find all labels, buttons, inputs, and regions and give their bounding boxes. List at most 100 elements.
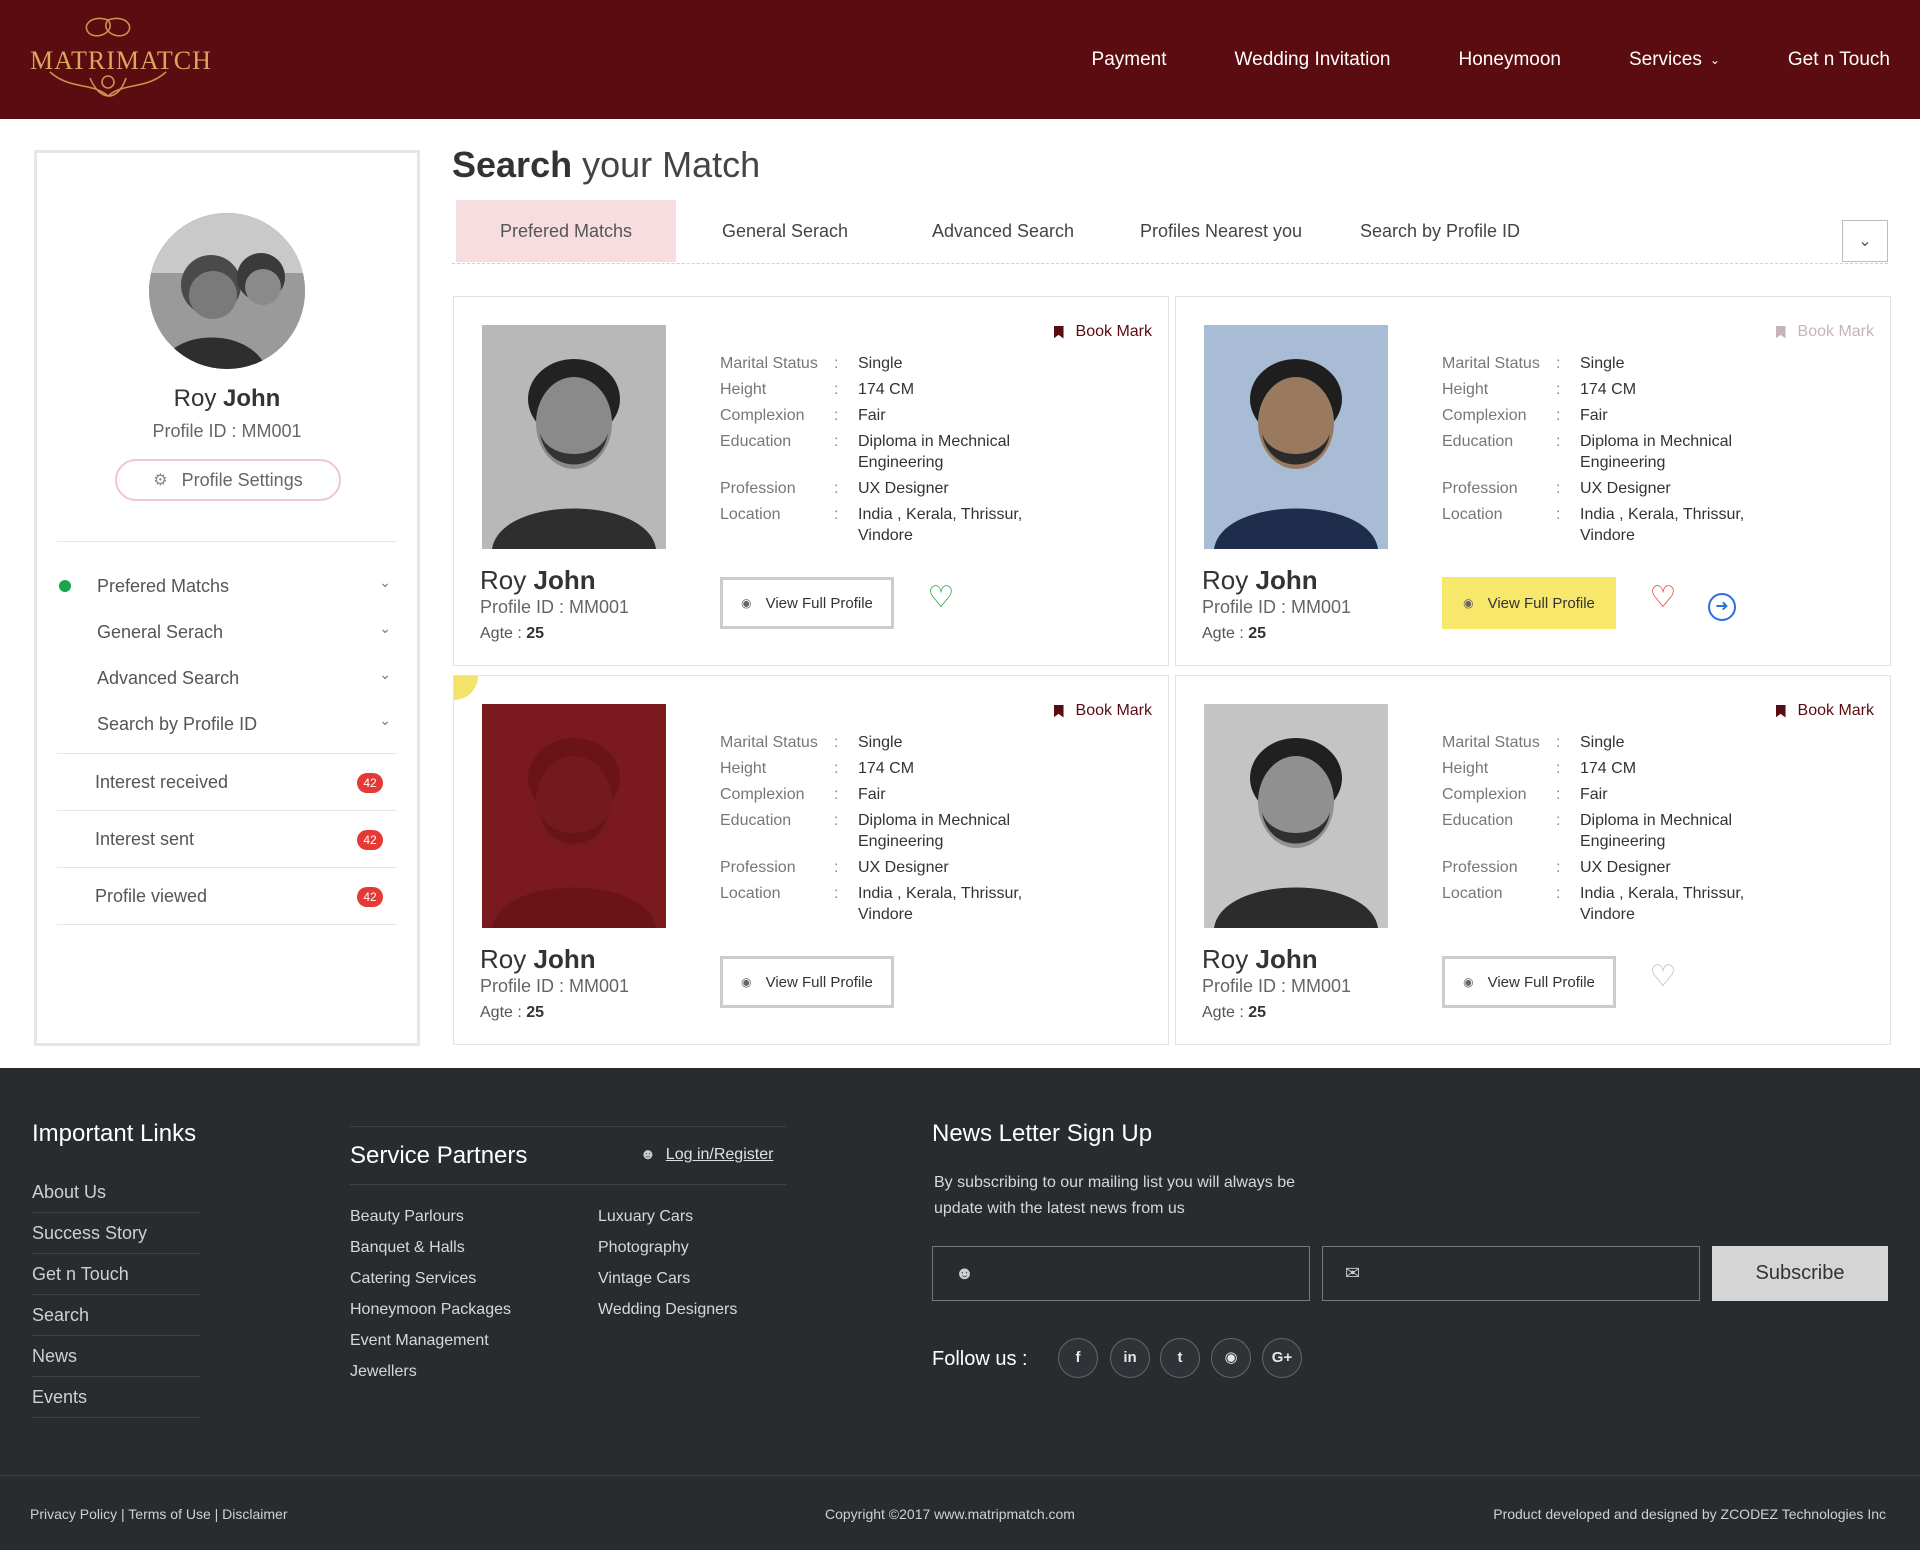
newsletter-title: News Letter Sign Up <box>932 1120 1153 1147</box>
subscribe-button[interactable]: Subscribe <box>1712 1246 1888 1301</box>
newsletter-name-input[interactable]: ☻ <box>932 1246 1310 1301</box>
sidebar-item-interest-received[interactable]: Interest received 42 <box>57 754 397 811</box>
arrow-right-circle-icon[interactable]: ➜ <box>1708 593 1736 621</box>
view-full-profile-button[interactable]: ◉ View Full Profile <box>1442 956 1616 1008</box>
detail-value: UX Designer <box>858 859 949 876</box>
logo-text: MATRIMATCH <box>30 46 212 75</box>
view-full-profile-button[interactable]: ◉ View Full Profile <box>720 956 894 1008</box>
tab-prefered-matchs[interactable]: Prefered Matchs <box>456 200 676 262</box>
footer-link-about-us[interactable]: About Us <box>32 1172 200 1213</box>
age-value: 25 <box>1248 625 1267 642</box>
nav-payment[interactable]: Payment <box>1092 49 1167 71</box>
detail-key: Marital Status <box>720 734 818 751</box>
policy-links[interactable]: Privacy Policy | Terms of Use | Disclaim… <box>30 1506 288 1522</box>
view-full-profile-label: View Full Profile <box>1487 594 1595 612</box>
count-badge: 42 <box>357 887 383 907</box>
main-nav: Payment Wedding Invitation Honeymoon Ser… <box>1024 0 1890 119</box>
sidebar-item-label: Profile viewed <box>95 886 208 906</box>
footer-link-news[interactable]: News <box>32 1336 200 1377</box>
profile-photo[interactable] <box>1204 704 1388 928</box>
tab-profiles-nearest-you[interactable]: Profiles Nearest you <box>1112 200 1330 262</box>
twitter-icon[interactable]: t <box>1160 1338 1200 1378</box>
profile-photo[interactable] <box>482 325 666 549</box>
partner-link[interactable]: Event Management <box>350 1328 511 1359</box>
nav-wedding-invitation[interactable]: Wedding Invitation <box>1235 49 1391 71</box>
chevron-down-icon: ⌄ <box>379 712 391 728</box>
footer-link-search[interactable]: Search <box>32 1295 200 1336</box>
matrimatch-logo[interactable]: MATRIMATCH <box>30 12 212 104</box>
partner-link[interactable]: Jewellers <box>350 1359 511 1390</box>
detail-value: Single <box>1580 355 1625 372</box>
sidebar-item-advanced-search[interactable]: Advanced Search ⌄ <box>57 655 397 701</box>
detail-row-location: Location: India , Kerala, Thrissur, Vindo… <box>1442 883 1862 925</box>
profile-photo[interactable] <box>1204 325 1388 549</box>
linkedin-icon[interactable]: in <box>1110 1338 1150 1378</box>
gears-icon: ⚙ <box>153 472 168 489</box>
partner-link[interactable]: Honeymoon Packages <box>350 1297 511 1328</box>
profile-photo[interactable] <box>482 704 666 928</box>
view-full-profile-button[interactable]: ◉ View Full Profile <box>1442 577 1616 629</box>
partner-link[interactable]: Photography <box>598 1235 737 1266</box>
sidebar-item-general-serach[interactable]: General Serach ⌄ <box>57 609 397 655</box>
tabs-expand-button[interactable]: ⌄ <box>1842 220 1888 262</box>
tab-search-by-profile-id[interactable]: Search by Profile ID <box>1330 200 1550 262</box>
sidebar-item-search-by-profile-id[interactable]: Search by Profile ID ⌄ <box>57 701 397 747</box>
nav-honeymoon[interactable]: Honeymoon <box>1459 49 1561 71</box>
important-links-title: Important Links <box>32 1120 197 1147</box>
profile-settings-button[interactable]: ⚙ Profile Settings <box>115 459 341 501</box>
partner-link[interactable]: Vintage Cars <box>598 1266 737 1297</box>
highlight-corner <box>454 676 478 700</box>
detail-key: Education <box>720 812 792 829</box>
bookmark-button[interactable]: Book Mark <box>1775 702 1874 720</box>
nav-services[interactable]: Services ⌄ <box>1629 49 1720 71</box>
bookmark-button[interactable]: Book Mark <box>1053 702 1152 720</box>
partner-link[interactable]: Banquet & Halls <box>350 1235 511 1266</box>
bookmark-icon <box>1775 704 1786 718</box>
detail-row-profession: Profession: UX Designer <box>720 857 1140 878</box>
facebook-icon[interactable]: f <box>1058 1338 1098 1378</box>
footer-link-success-story[interactable]: Success Story <box>32 1213 200 1254</box>
bookmark-button[interactable]: Book Mark <box>1775 323 1874 341</box>
detail-row-marital: Marital Status: Single <box>1442 353 1862 374</box>
active-dot-icon <box>59 580 71 592</box>
heart-icon[interactable]: ♡ <box>924 581 958 615</box>
detail-colon: : <box>1556 355 1561 372</box>
view-full-profile-button[interactable]: ◉ View Full Profile <box>720 577 894 629</box>
detail-value: 174 CM <box>1580 381 1637 398</box>
footer-link-get-n-touch[interactable]: Get n Touch <box>32 1254 200 1295</box>
partner-link[interactable]: Wedding Designers <box>598 1297 737 1328</box>
nav-get-n-touch[interactable]: Get n Touch <box>1788 49 1890 71</box>
heart-icon[interactable]: ♡ <box>1646 581 1680 615</box>
bookmark-button[interactable]: Book Mark <box>1053 323 1152 341</box>
partner-link[interactable]: Luxuary Cars <box>598 1204 737 1235</box>
bookmark-label: Book Mark <box>1797 323 1874 340</box>
partner-link[interactable]: Beauty Parlours <box>350 1204 511 1235</box>
detail-value: India , Kerala, Thrissur, Vindore <box>858 885 1023 923</box>
partner-link[interactable]: Catering Services <box>350 1266 511 1297</box>
newsletter-email-input[interactable]: ✉ <box>1322 1246 1700 1301</box>
page-title: Search your Match <box>452 144 760 186</box>
heart-icon[interactable]: ♡ <box>1646 960 1680 994</box>
sidebar-item-interest-sent[interactable]: Interest sent 42 <box>57 811 397 868</box>
tab-advanced-search[interactable]: Advanced Search <box>894 200 1112 262</box>
sidebar-item-profile-viewed[interactable]: Profile viewed 42 <box>57 868 397 925</box>
instagram-icon[interactable]: ◉ <box>1211 1338 1251 1378</box>
detail-colon: : <box>1556 885 1561 902</box>
detail-key: Profession <box>1442 480 1518 497</box>
detail-colon: : <box>834 786 839 803</box>
detail-key: Profession <box>720 859 796 876</box>
profile-settings-label: Profile Settings <box>181 469 303 490</box>
card-age: Agte : 25 <box>480 625 544 643</box>
login-register-link[interactable]: ☻ Log in/Register <box>640 1146 773 1164</box>
detail-colon: : <box>834 859 839 876</box>
detail-row-profession: Profession: UX Designer <box>720 478 1140 499</box>
google-plus-icon[interactable]: G+ <box>1262 1338 1302 1378</box>
sidebar-item-prefered-matchs[interactable]: Prefered Matchs ⌄ <box>57 563 397 609</box>
avatar[interactable] <box>149 213 305 369</box>
footer-link-events[interactable]: Events <box>32 1377 200 1418</box>
nav-services-label: Services <box>1628 48 1702 70</box>
tab-general-serach[interactable]: General Serach <box>676 200 894 262</box>
age-label: Agte : <box>480 625 522 642</box>
profile-photo-icon <box>1204 704 1388 928</box>
chevron-down-icon: ⌄ <box>1709 52 1720 67</box>
